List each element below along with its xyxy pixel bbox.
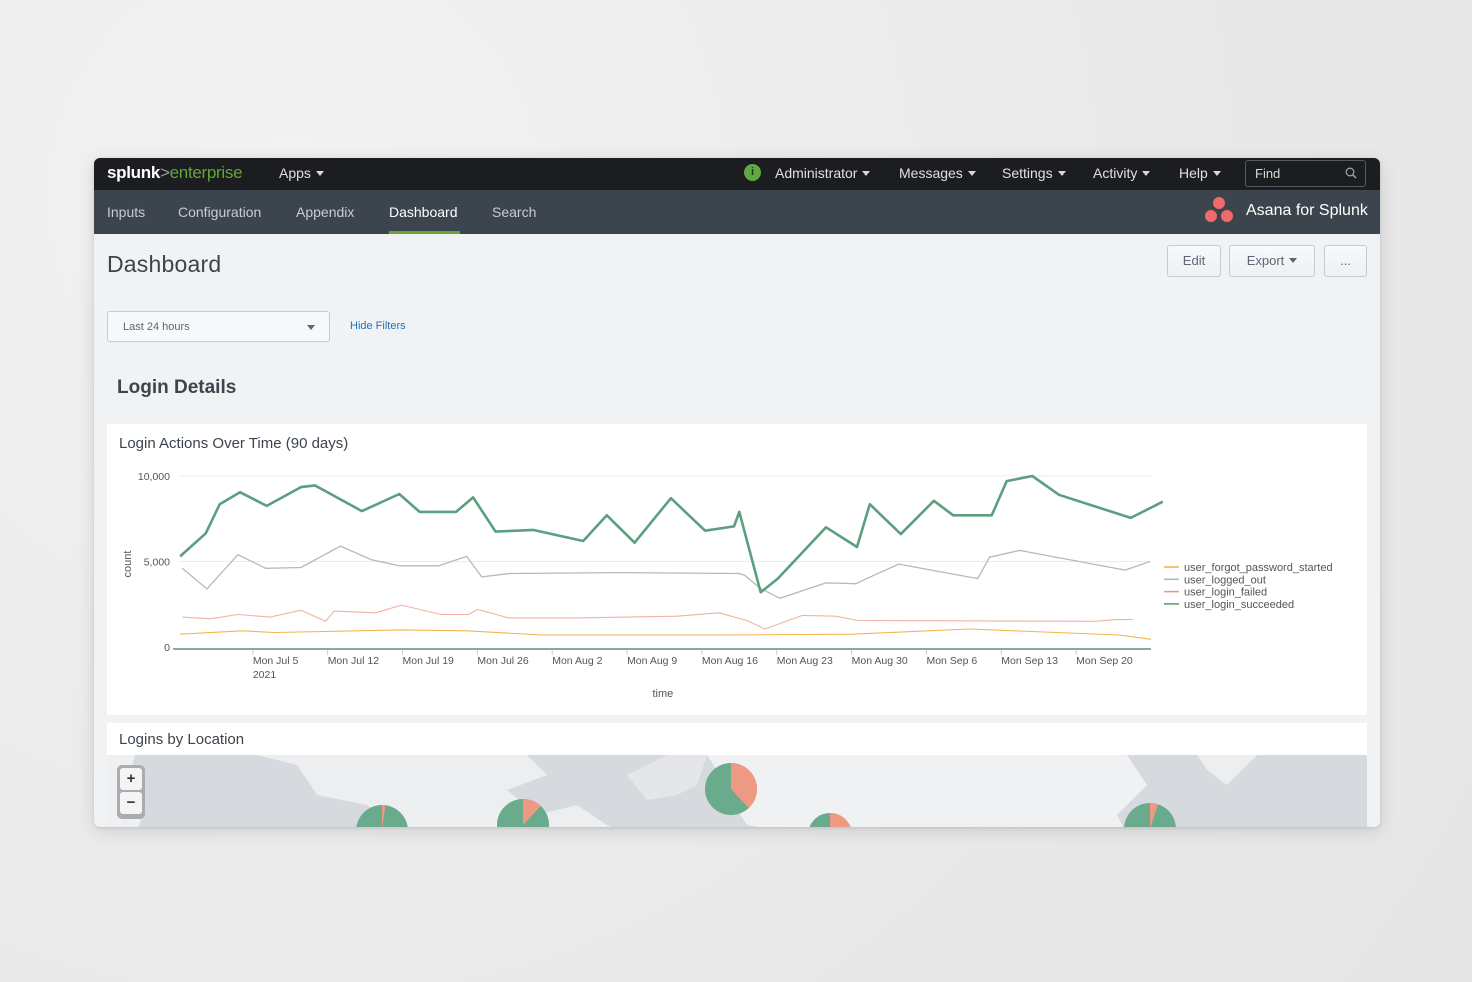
location-pie-marker[interactable] [1124,803,1176,827]
chevron-down-icon [1289,258,1298,263]
chevron-down-icon [307,325,315,330]
section-title: Login Details [117,377,237,398]
location-pie-marker[interactable] [808,813,852,827]
pie-slice-failure [830,813,851,827]
settings-menu[interactable]: Settings [1002,165,1066,181]
x-tick-label: Mon Aug 16 [702,655,758,667]
page-title: Dashboard [107,251,222,277]
legend-label: user_login_succeeded [1184,599,1294,611]
series-line-user-login-succeeded [179,474,1164,594]
find-input[interactable]: Find [1245,160,1366,187]
nav-dashboard[interactable]: Dashboard [389,204,458,220]
x-tick-label: Mon Sep 6 [926,655,977,667]
x-tick-label: Mon Jul 26 [477,655,529,667]
splunk-window: splunk>enterprise Apps i Administrator M… [94,158,1380,827]
administrator-menu[interactable]: Administrator [775,165,871,181]
time-range-picker[interactable]: Last 24 hours [107,311,330,342]
x-tick-label: Mon Aug 2 [552,655,602,667]
y-axis: 0 5,000 10,000 [138,471,170,654]
x-tick-label: Mon Aug 9 [627,655,677,667]
x-axis-title: time [653,688,674,700]
y-tick-label: 5,000 [144,557,170,569]
nav-appendix[interactable]: Appendix [296,204,354,220]
legend-label: user_login_failed [1184,587,1267,599]
chart-series [179,474,1164,640]
x-tick-label: Mon Sep 13 [1001,655,1058,667]
logins-by-location-panel: Logins by Location + − [107,723,1367,827]
x-tick-label: Mon Jul 5 [253,655,299,667]
logo-separator: > [160,163,170,182]
splunk-logo[interactable]: splunk>enterprise [107,163,243,183]
nav-search[interactable]: Search [492,204,536,220]
chevron-down-icon [315,171,324,176]
more-icon: ... [1340,253,1351,268]
world-map[interactable]: + − [107,755,1367,827]
apps-label: Apps [279,165,311,181]
x-tick-label: Mon Jul 19 [403,655,455,667]
info-circle-icon: i [744,164,761,181]
login-actions-panel: Login Actions Over Time (90 days) 0 5,000… [107,424,1367,715]
series-line-user-forgot-password-started [180,628,1152,640]
more-actions-button[interactable]: ... [1324,245,1367,277]
login-actions-chart: 05,00010,000 Mon Jul 52021Mon Jul 12 Mon … [122,471,1333,700]
time-range-value: Last 24 hours [123,321,190,333]
x-axis: Mon Jul 5 2021 Mon Jul 12 Mon Jul 19 Mon Jul… [173,648,1151,681]
export-button[interactable]: Export [1229,245,1315,277]
nav-configuration[interactable]: Configuration [178,204,261,220]
app-navbar: Inputs Configuration Appendix Dashboard … [94,190,1380,234]
series-line-user-login-failed [182,604,1133,630]
help-label: Help [1179,165,1208,181]
settings-label: Settings [1002,165,1053,181]
global-navbar: splunk>enterprise Apps i Administrator M… [94,158,1380,190]
x-tick-label: Mon Jul 12 [328,655,380,667]
hide-filters-link[interactable]: Hide Filters [350,320,406,332]
export-label: Export [1246,253,1285,268]
series-line-user-logged-out [181,545,1151,599]
legend-label: user_forgot_password_started [1184,562,1333,574]
x-tick-label: Mon Aug 30 [852,655,908,667]
activity-label: Activity [1093,165,1138,181]
chevron-down-icon [1142,171,1151,176]
help-menu[interactable]: Help [1179,165,1221,181]
y-axis-title: count [122,551,134,578]
activity-menu[interactable]: Activity [1093,165,1151,181]
logo-secondary: enterprise [169,163,243,182]
location-pie-marker[interactable] [356,805,408,827]
find-placeholder: Find [1255,166,1281,181]
y-tick-label: 10,000 [138,471,170,483]
apps-menu[interactable]: Apps [279,165,324,181]
location-pie-marker[interactable] [497,799,549,827]
x-tick-label: Mon Aug 23 [777,655,833,667]
chevron-down-icon [862,171,871,176]
nav-inputs[interactable]: Inputs [107,204,145,220]
edit-label: Edit [1182,253,1206,268]
map-title: Logins by Location [119,731,245,748]
chevron-down-icon [1212,171,1221,176]
legend-label: user_logged_out [1184,574,1266,586]
chart-gridlines [178,475,1151,562]
x-tick-label: Mon Sep 20 [1076,655,1133,667]
active-tab-indicator [389,231,460,234]
edit-button[interactable]: Edit [1167,245,1221,277]
x-tick-sublabel: 2021 [253,669,277,681]
y-tick-label: 0 [164,642,170,654]
search-icon[interactable] [1345,167,1357,179]
administrator-label: Administrator [775,165,858,181]
messages-label: Messages [899,165,963,181]
map-markers [356,763,1176,827]
asana-logo-icon [1205,197,1233,222]
location-pie-marker[interactable] [705,763,757,815]
logo-primary: splunk [107,163,160,182]
chevron-down-icon [967,171,976,176]
app-title: Asana for Splunk [1246,202,1368,219]
chart-legend: user_forgot_password_starteduser_logged_… [1164,562,1333,611]
chevron-down-icon [1057,171,1066,176]
messages-menu[interactable]: Messages [899,165,976,181]
